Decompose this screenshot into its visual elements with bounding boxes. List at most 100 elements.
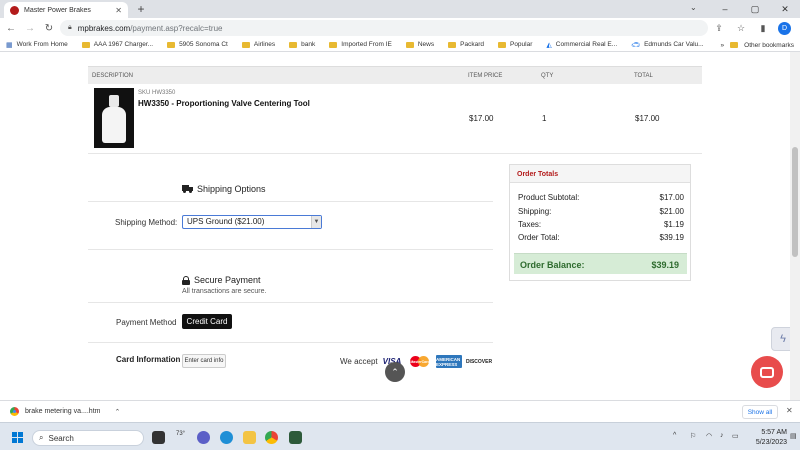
bookmark-folder[interactable]: AAA 1967 Charger... — [81, 41, 153, 48]
windows-start-icon[interactable] — [12, 432, 23, 443]
shipping-method-label: Shipping Method: — [115, 218, 178, 227]
folder-icon — [329, 41, 338, 48]
divider — [88, 201, 493, 202]
bookmark-star-icon[interactable]: ☆ — [734, 23, 748, 34]
download-bar: brake metering va....htm ⌃ Show all ✕ — [0, 400, 800, 422]
search-icon: ⌕ — [39, 433, 44, 442]
order-balance-label: Order Balance: — [520, 260, 585, 270]
discover-logo: DISCOVER — [465, 358, 493, 365]
file-explorer-icon[interactable] — [243, 431, 256, 444]
app-icon[interactable] — [289, 431, 302, 444]
bookmark-item[interactable]: ▦ Work From Home — [6, 41, 68, 49]
windows-taskbar: ⌕ Search 73° ^ ⚐ ◠ ♪ ▭ 5:57 AM 5/23/2023… — [0, 422, 800, 450]
bookmark-folder[interactable]: Imported From IE — [329, 41, 392, 48]
card-information-label: Card Information — [116, 355, 181, 364]
chrome-icon[interactable] — [265, 431, 278, 444]
taxes-line: Taxes: $1.19 — [518, 220, 684, 229]
car-icon: 🚗︎ — [631, 41, 641, 49]
lock-icon[interactable]: 🔒︎ — [68, 24, 72, 32]
divider — [88, 342, 493, 343]
more-bookmarks-button[interactable]: » — [721, 42, 725, 49]
order-totals-panel: Order Totals Product Subtotal: $17.00 Shi… — [509, 164, 691, 281]
order-totals-title: Order Totals — [510, 165, 690, 183]
bookmark-folder[interactable]: Popular — [497, 41, 532, 48]
bookmark-folder[interactable]: News — [405, 41, 434, 48]
credit-card-button[interactable]: Credit Card — [182, 314, 232, 329]
chat-icon[interactable] — [751, 356, 783, 388]
profile-avatar[interactable]: D — [778, 21, 791, 35]
site-favicon-icon — [10, 5, 19, 15]
amex-logo: AMERICAN EXPRESS — [436, 355, 462, 368]
notification-icon[interactable]: ▤ — [790, 432, 797, 440]
product-image[interactable] — [94, 88, 134, 148]
download-item[interactable]: brake metering va....htm ⌃ — [10, 407, 120, 416]
back-icon[interactable]: ← — [3, 20, 19, 36]
minimize-icon[interactable]: – — [710, 0, 740, 18]
chevron-up-icon[interactable]: ⌃ — [114, 408, 120, 416]
browser-tab[interactable]: Master Power Brakes ✕ — [4, 2, 128, 18]
other-bookmarks[interactable]: Other bookmarks — [744, 42, 794, 49]
bookmark-item[interactable]: ◭ Commercial Real E... — [546, 41, 617, 49]
side-panel-icon[interactable]: ▮ — [756, 23, 770, 34]
folder-icon — [241, 41, 250, 48]
bookmark-folder[interactable]: Packard — [448, 41, 484, 48]
tab-search-icon[interactable]: ⌄ — [690, 3, 697, 12]
show-all-button[interactable]: Show all — [742, 405, 778, 419]
folder-icon — [448, 41, 457, 48]
divider — [88, 302, 493, 303]
item-total: $17.00 — [635, 114, 660, 123]
close-tab-icon[interactable]: ✕ — [115, 6, 122, 15]
reload-icon[interactable]: ↻ — [41, 20, 57, 36]
shipping-method-select[interactable]: UPS Ground ($21.00) ▼ — [182, 215, 322, 229]
page-scrollbar[interactable] — [790, 52, 800, 400]
tray-app-icon[interactable]: ⚐ — [690, 432, 696, 440]
volume-icon[interactable]: ♪ — [720, 432, 724, 439]
col-qty: QTY — [541, 73, 554, 79]
shipping-options-heading: Shipping Options — [182, 184, 266, 194]
weather-widget[interactable]: 73° — [176, 431, 185, 437]
bookmark-item[interactable]: 🚗︎ Edmunds Car Valu... — [631, 41, 703, 49]
taskbar-clock[interactable]: 5:57 AM 5/23/2023 — [745, 428, 787, 448]
forward-icon[interactable]: → — [22, 20, 38, 36]
close-window-icon[interactable]: ✕ — [770, 0, 800, 18]
battery-icon[interactable]: ▭ — [732, 432, 739, 440]
col-item-price: ITEM PRICE — [468, 73, 503, 79]
browser-toolbar: ← → ↻ 🔒︎ mpbrakes.com/payment.asp?recalc… — [0, 18, 800, 38]
task-view-icon[interactable] — [152, 431, 165, 444]
bookmark-folder[interactable]: Airlines — [241, 41, 275, 48]
scroll-up-icon[interactable]: ⌃ — [385, 362, 405, 382]
teams-chat-icon[interactable] — [197, 431, 210, 444]
product-sku: SKU HW3350 — [138, 90, 176, 96]
scrollbar-thumb[interactable] — [792, 147, 798, 257]
url-path: /payment.asp?recalc=true — [130, 23, 223, 33]
share-icon[interactable]: ⇪ — [712, 23, 726, 34]
secure-payment-subtitle: All transactions are secure. — [182, 288, 267, 295]
product-name[interactable]: HW3350 - Proportioning Valve Centering T… — [138, 99, 310, 108]
new-tab-button[interactable]: + — [134, 2, 148, 16]
bookmark-folder[interactable]: 5905 Sonoma Ct — [167, 41, 228, 48]
order-balance-value: $39.19 — [651, 260, 679, 270]
item-qty: 1 — [542, 114, 547, 123]
page-content: DESCRIPTION ITEM PRICE QTY TOTAL SKU HW3… — [0, 52, 800, 400]
bookmark-folder[interactable]: bank — [289, 41, 315, 48]
folder-icon — [289, 41, 298, 48]
payment-method-label: Payment Method — [116, 318, 177, 327]
wifi-icon[interactable]: ◠ — [706, 432, 712, 440]
close-download-bar-icon[interactable]: ✕ — [786, 406, 793, 415]
subtotal-line: Product Subtotal: $17.00 — [518, 193, 684, 202]
enter-card-info-button[interactable]: Enter card info — [182, 354, 226, 368]
order-total-line: Order Total: $39.19 — [518, 233, 684, 242]
chart-icon: ◭ — [546, 41, 552, 49]
maximize-icon[interactable]: ▢ — [740, 0, 770, 18]
shipping-line: Shipping: $21.00 — [518, 207, 684, 216]
folder-icon — [167, 41, 176, 48]
edge-icon[interactable] — [220, 431, 233, 444]
bookmark-page-icon: ▦ — [6, 41, 13, 49]
secure-payment-heading: Secure Payment — [182, 275, 261, 285]
chevron-down-icon: ▼ — [311, 216, 321, 228]
tray-chevron-icon[interactable]: ^ — [673, 432, 676, 439]
address-bar[interactable]: 🔒︎ mpbrakes.com/payment.asp?recalc=true — [60, 20, 708, 36]
taskbar-search[interactable]: ⌕ Search — [32, 430, 144, 446]
mastercard-logo: MasterCard — [409, 355, 431, 368]
browser-tab-strip: Master Power Brakes ✕ + ⌄ – ▢ ✕ — [0, 0, 800, 18]
